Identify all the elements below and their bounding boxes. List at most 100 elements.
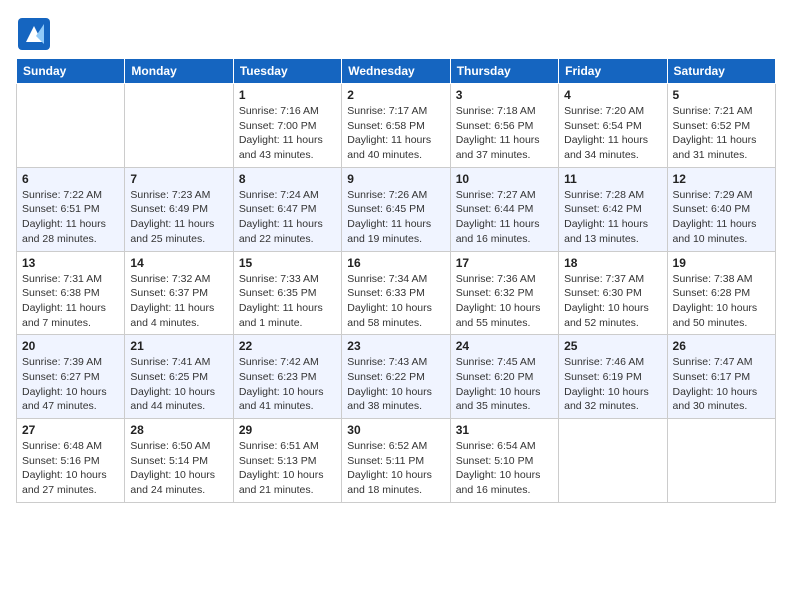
- calendar-cell: 25 Sunrise: 7:46 AM Sunset: 6:19 PM Dayli…: [559, 335, 667, 419]
- day-number: 13: [22, 256, 119, 270]
- weekday-header-thursday: Thursday: [450, 59, 558, 84]
- day-info: Sunrise: 6:54 AM Sunset: 5:10 PM Dayligh…: [456, 439, 553, 498]
- day-info: Sunrise: 7:28 AM Sunset: 6:42 PM Dayligh…: [564, 188, 661, 247]
- day-number: 11: [564, 172, 661, 186]
- calendar-cell: 14 Sunrise: 7:32 AM Sunset: 6:37 PM Dayli…: [125, 251, 233, 335]
- calendar-cell: 13Sunrise: 7:31 AM Sunset: 6:38 PM Dayli…: [17, 251, 125, 335]
- calendar-cell: 4 Sunrise: 7:20 AM Sunset: 6:54 PM Daylig…: [559, 84, 667, 168]
- day-number: 19: [673, 256, 770, 270]
- calendar-week-3: 13Sunrise: 7:31 AM Sunset: 6:38 PM Dayli…: [17, 251, 776, 335]
- day-number: 21: [130, 339, 227, 353]
- day-number: 12: [673, 172, 770, 186]
- weekday-header-tuesday: Tuesday: [233, 59, 341, 84]
- calendar-cell: 8 Sunrise: 7:24 AM Sunset: 6:47 PM Daylig…: [233, 167, 341, 251]
- day-number: 14: [130, 256, 227, 270]
- day-number: 3: [456, 88, 553, 102]
- day-info: Sunrise: 6:50 AM Sunset: 5:14 PM Dayligh…: [130, 439, 227, 498]
- calendar-cell: 19Sunrise: 7:38 AM Sunset: 6:28 PM Dayli…: [667, 251, 775, 335]
- day-info: Sunrise: 7:21 AM Sunset: 6:52 PM Dayligh…: [673, 104, 770, 163]
- day-info: Sunrise: 7:27 AM Sunset: 6:44 PM Dayligh…: [456, 188, 553, 247]
- day-number: 2: [347, 88, 444, 102]
- day-info: Sunrise: 7:46 AM Sunset: 6:19 PM Dayligh…: [564, 355, 661, 414]
- calendar-cell: 6Sunrise: 7:22 AM Sunset: 6:51 PM Daylig…: [17, 167, 125, 251]
- weekday-header-row: SundayMondayTuesdayWednesdayThursdayFrid…: [17, 59, 776, 84]
- day-number: 17: [456, 256, 553, 270]
- calendar-cell: 26 Sunrise: 7:47 AM Sunset: 6:17 PM Dayli…: [667, 335, 775, 419]
- calendar-cell: [667, 419, 775, 503]
- day-number: 20: [22, 339, 119, 353]
- calendar-cell: 16Sunrise: 7:34 AM Sunset: 6:33 PM Dayli…: [342, 251, 450, 335]
- calendar-cell: 24 Sunrise: 7:45 AM Sunset: 6:20 PM Dayli…: [450, 335, 558, 419]
- day-info: Sunrise: 7:42 AM Sunset: 6:23 PM Dayligh…: [239, 355, 336, 414]
- calendar-cell: 2 Sunrise: 7:17 AM Sunset: 6:58 PM Daylig…: [342, 84, 450, 168]
- calendar-week-2: 6Sunrise: 7:22 AM Sunset: 6:51 PM Daylig…: [17, 167, 776, 251]
- day-info: Sunrise: 7:37 AM Sunset: 6:30 PM Dayligh…: [564, 272, 661, 331]
- day-info: Sunrise: 7:45 AM Sunset: 6:20 PM Dayligh…: [456, 355, 553, 414]
- day-number: 7: [130, 172, 227, 186]
- day-number: 30: [347, 423, 444, 437]
- calendar-cell: 27Sunrise: 6:48 AM Sunset: 5:16 PM Dayli…: [17, 419, 125, 503]
- day-info: Sunrise: 6:51 AM Sunset: 5:13 PM Dayligh…: [239, 439, 336, 498]
- calendar-cell: [17, 84, 125, 168]
- day-number: 10: [456, 172, 553, 186]
- calendar-cell: 3Sunrise: 7:18 AM Sunset: 6:56 PM Daylig…: [450, 84, 558, 168]
- weekday-header-friday: Friday: [559, 59, 667, 84]
- calendar-cell: 18 Sunrise: 7:37 AM Sunset: 6:30 PM Dayli…: [559, 251, 667, 335]
- day-info: Sunrise: 6:52 AM Sunset: 5:11 PM Dayligh…: [347, 439, 444, 498]
- day-info: Sunrise: 7:43 AM Sunset: 6:22 PM Dayligh…: [347, 355, 444, 414]
- calendar-cell: 11 Sunrise: 7:28 AM Sunset: 6:42 PM Dayli…: [559, 167, 667, 251]
- day-info: Sunrise: 7:29 AM Sunset: 6:40 PM Dayligh…: [673, 188, 770, 247]
- day-number: 16: [347, 256, 444, 270]
- calendar-cell: 1 Sunrise: 7:16 AM Sunset: 7:00 PM Daylig…: [233, 84, 341, 168]
- day-number: 5: [673, 88, 770, 102]
- day-number: 25: [564, 339, 661, 353]
- day-number: 29: [239, 423, 336, 437]
- day-info: Sunrise: 7:33 AM Sunset: 6:35 PM Dayligh…: [239, 272, 336, 331]
- weekday-header-sunday: Sunday: [17, 59, 125, 84]
- day-number: 18: [564, 256, 661, 270]
- day-number: 26: [673, 339, 770, 353]
- calendar-cell: 9Sunrise: 7:26 AM Sunset: 6:45 PM Daylig…: [342, 167, 450, 251]
- logo: [16, 16, 56, 52]
- day-number: 1: [239, 88, 336, 102]
- day-info: Sunrise: 7:36 AM Sunset: 6:32 PM Dayligh…: [456, 272, 553, 331]
- weekday-header-wednesday: Wednesday: [342, 59, 450, 84]
- calendar-cell: 7Sunrise: 7:23 AM Sunset: 6:49 PM Daylig…: [125, 167, 233, 251]
- calendar-week-1: 1 Sunrise: 7:16 AM Sunset: 7:00 PM Daylig…: [17, 84, 776, 168]
- day-number: 24: [456, 339, 553, 353]
- day-info: Sunrise: 7:22 AM Sunset: 6:51 PM Dayligh…: [22, 188, 119, 247]
- calendar-week-4: 20 Sunrise: 7:39 AM Sunset: 6:27 PM Dayli…: [17, 335, 776, 419]
- day-number: 15: [239, 256, 336, 270]
- calendar-cell: 31 Sunrise: 6:54 AM Sunset: 5:10 PM Dayli…: [450, 419, 558, 503]
- calendar-cell: 23Sunrise: 7:43 AM Sunset: 6:22 PM Dayli…: [342, 335, 450, 419]
- day-info: Sunrise: 7:24 AM Sunset: 6:47 PM Dayligh…: [239, 188, 336, 247]
- weekday-header-saturday: Saturday: [667, 59, 775, 84]
- day-number: 27: [22, 423, 119, 437]
- day-number: 31: [456, 423, 553, 437]
- calendar-cell: 12 Sunrise: 7:29 AM Sunset: 6:40 PM Dayli…: [667, 167, 775, 251]
- calendar-cell: [125, 84, 233, 168]
- day-number: 9: [347, 172, 444, 186]
- day-number: 8: [239, 172, 336, 186]
- calendar-cell: 10 Sunrise: 7:27 AM Sunset: 6:44 PM Dayli…: [450, 167, 558, 251]
- logo-icon: [16, 16, 52, 52]
- calendar-cell: 28 Sunrise: 6:50 AM Sunset: 5:14 PM Dayli…: [125, 419, 233, 503]
- day-info: Sunrise: 7:47 AM Sunset: 6:17 PM Dayligh…: [673, 355, 770, 414]
- day-number: 4: [564, 88, 661, 102]
- calendar-cell: 30 Sunrise: 6:52 AM Sunset: 5:11 PM Dayli…: [342, 419, 450, 503]
- calendar-cell: 17 Sunrise: 7:36 AM Sunset: 6:32 PM Dayli…: [450, 251, 558, 335]
- header: [16, 16, 776, 52]
- calendar-cell: 20 Sunrise: 7:39 AM Sunset: 6:27 PM Dayli…: [17, 335, 125, 419]
- day-info: Sunrise: 7:32 AM Sunset: 6:37 PM Dayligh…: [130, 272, 227, 331]
- calendar-cell: 5 Sunrise: 7:21 AM Sunset: 6:52 PM Daylig…: [667, 84, 775, 168]
- day-number: 28: [130, 423, 227, 437]
- calendar: SundayMondayTuesdayWednesdayThursdayFrid…: [16, 58, 776, 503]
- calendar-cell: [559, 419, 667, 503]
- day-info: Sunrise: 7:16 AM Sunset: 7:00 PM Dayligh…: [239, 104, 336, 163]
- day-info: Sunrise: 7:39 AM Sunset: 6:27 PM Dayligh…: [22, 355, 119, 414]
- calendar-cell: 21Sunrise: 7:41 AM Sunset: 6:25 PM Dayli…: [125, 335, 233, 419]
- day-number: 22: [239, 339, 336, 353]
- day-info: Sunrise: 7:17 AM Sunset: 6:58 PM Dayligh…: [347, 104, 444, 163]
- calendar-cell: 15 Sunrise: 7:33 AM Sunset: 6:35 PM Dayli…: [233, 251, 341, 335]
- day-info: Sunrise: 7:20 AM Sunset: 6:54 PM Dayligh…: [564, 104, 661, 163]
